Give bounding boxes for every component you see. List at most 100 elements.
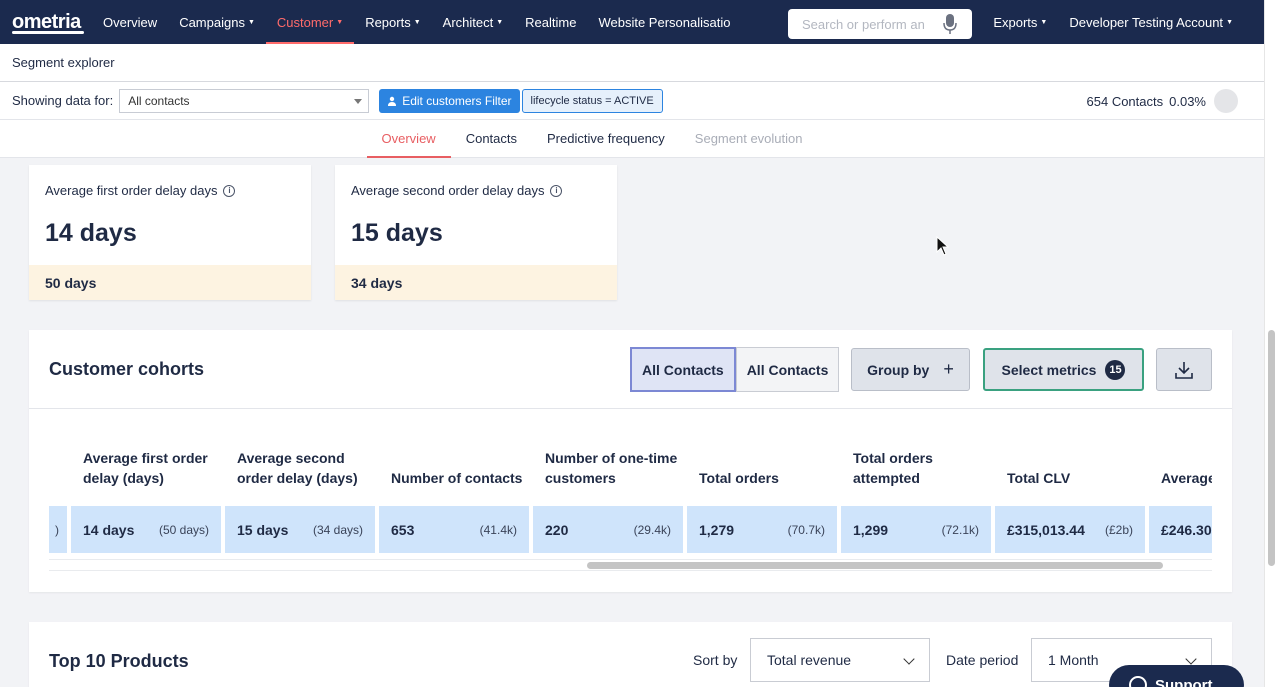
nav-item-realtime[interactable]: Realtime — [514, 0, 587, 44]
horizontal-scrollbar[interactable] — [49, 559, 1212, 571]
nav-item-label: Overview — [103, 14, 158, 30]
page-title: Segment explorer — [12, 55, 115, 70]
cohort-column-header[interactable]: Total orders attempted — [853, 448, 988, 488]
cohort-cell-sub: (41.4k) — [479, 522, 517, 537]
nav-item-label: Architect — [442, 14, 494, 30]
cohort-cell-sub: (72.1k) — [941, 522, 979, 537]
cohort-header-text: Total CLV — [1007, 470, 1071, 486]
contacts-select[interactable]: All contacts — [119, 88, 370, 113]
nav-account-label: Developer Testing Account — [1069, 14, 1224, 30]
cohorts-title: Customer cohorts — [49, 359, 205, 379]
info-icon[interactable]: i — [550, 184, 563, 197]
tab-overview[interactable]: Overview — [366, 120, 451, 158]
top-products-title: Top 10 Products — [49, 651, 189, 671]
cohort-cell-value: 653 — [391, 521, 415, 538]
ometria-logo[interactable]: ometria — [12, 0, 92, 44]
nav-item-architect[interactable]: Architect ▼ — [432, 0, 515, 44]
user-icon — [388, 96, 397, 106]
sub-header: Segment explorer — [0, 44, 1264, 82]
cohort-header-text: Number of contacts — [391, 470, 523, 486]
cohort-cell: 14 days (50 days) — [71, 506, 221, 553]
cohort-column-header[interactable]: Average value — [1161, 448, 1212, 488]
search-box[interactable] — [788, 9, 972, 39]
cohort-cell-value: £246.30 — [1161, 521, 1212, 538]
cohort-cell-sub: (£2b) — [1104, 522, 1133, 537]
cohort-cell: 1,279 (70.7k) — [687, 506, 837, 553]
mouse-cursor-icon — [936, 236, 950, 256]
showing-data-label: Showing data for: — [12, 93, 114, 108]
stat-card-footer: 50 days — [29, 265, 311, 300]
top-navigation: ometria Overview Campaigns ▼ Customer ▼ Repor… — [0, 0, 1264, 44]
segment-toggle: All Contacts All Contacts — [630, 347, 840, 392]
tab-overview-label: Overview — [381, 131, 436, 146]
cohort-header-text: Number of one-time customers — [545, 450, 678, 486]
horizontal-scrollbar-thumb[interactable] — [587, 562, 1163, 569]
search-input[interactable] — [802, 16, 937, 32]
tab-contacts[interactable]: Contacts — [451, 120, 532, 158]
cohort-cell: 1,299 (72.1k) — [841, 506, 991, 553]
stat-card-second-order-delay: Average second order delay days i 15 days… — [335, 165, 617, 300]
filter-tag[interactable]: lifecycle status = ACTIVE — [521, 88, 663, 113]
nav-account[interactable]: Developer Testing Account ▼ — [1058, 0, 1244, 44]
support-button[interactable]: Support — [1109, 665, 1244, 687]
nav-item-label: Reports — [365, 14, 411, 30]
cohort-cell: 15 days (34 days) — [225, 506, 375, 553]
nav-item-overview[interactable]: Overview — [92, 0, 168, 44]
edit-filter-button[interactable]: Edit customers Filter — [379, 88, 520, 113]
cohort-header-text: Total orders attempted — [853, 450, 933, 486]
nav-item-label: Campaigns — [179, 14, 245, 30]
stat-card-value: 14 days — [45, 219, 137, 247]
contacts-summary: 654 Contacts 0.03% — [1087, 82, 1238, 120]
caret-down-icon: ▼ — [247, 18, 255, 26]
plus-icon: + — [943, 359, 954, 379]
filter-bar: Showing data for: All contacts Edit cust… — [0, 82, 1264, 120]
tab-segment-evolution-label: Segment evolution — [694, 131, 803, 146]
cohort-column-header[interactable]: Total CLV — [1007, 448, 1142, 488]
cohort-header-text: Average first order delay (days) — [83, 450, 208, 486]
dropdown-arrow-icon — [354, 98, 363, 104]
right-nav: Exports ▼ Developer Testing Account ▼ — [982, 0, 1244, 44]
cohort-column-header[interactable]: Average first order delay (days) — [83, 448, 218, 488]
contacts-percent: 0.03% — [1169, 93, 1206, 109]
caret-down-icon: ▼ — [496, 18, 504, 26]
cohort-column-header[interactable]: Number of one-time customers — [545, 448, 680, 488]
sort-by-dropdown[interactable]: Total revenue — [750, 638, 930, 682]
download-button[interactable] — [1156, 348, 1212, 391]
caret-down-icon: ▼ — [336, 18, 344, 26]
cohort-header-text: Average value — [1161, 470, 1212, 486]
group-by-label: Group by — [867, 361, 930, 378]
stat-card-value: 15 days — [351, 219, 443, 247]
cohort-column-header[interactable]: Number of contacts — [391, 448, 526, 488]
caret-down-icon: ▼ — [1226, 18, 1233, 26]
tab-bar: Overview Contacts Predictive frequency S… — [0, 120, 1264, 158]
info-icon[interactable]: i — [223, 184, 236, 197]
chevron-down-icon — [903, 653, 915, 665]
segment-all-contacts-active[interactable]: All Contacts — [630, 347, 736, 392]
segment-label: All Contacts — [642, 361, 724, 378]
cohort-cell-sub: (70.7k) — [787, 522, 825, 537]
cohort-column-header[interactable]: Total orders — [699, 448, 834, 488]
nav-item-reports[interactable]: Reports ▼ — [354, 0, 431, 44]
nav-item-campaigns[interactable]: Campaigns ▼ — [168, 0, 266, 44]
cohort-cell-value: 15 days — [237, 521, 289, 538]
nav-item-label: Customer — [276, 14, 334, 30]
edit-filter-label: Edit customers Filter — [402, 93, 512, 108]
stat-card-label-text: Average second order delay days — [351, 183, 545, 198]
select-metrics-button[interactable]: Select metrics 15 — [983, 348, 1144, 391]
cohort-column-header[interactable]: Average second order delay (days) — [237, 448, 372, 488]
microphone-icon[interactable] — [943, 14, 957, 34]
segment-label: All Contacts — [746, 361, 829, 378]
nav-exports[interactable]: Exports ▼ — [982, 0, 1058, 44]
cohort-cell-value: 1,279 — [699, 521, 735, 538]
nav-item-customer[interactable]: Customer ▼ — [265, 0, 355, 44]
group-by-button[interactable]: Group by + — [851, 348, 970, 391]
tab-predictive-frequency[interactable]: Predictive frequency — [532, 120, 680, 158]
segment-all-contacts[interactable]: All Contacts — [735, 347, 840, 392]
vertical-scrollbar[interactable] — [1264, 0, 1277, 687]
cohort-table: ) Average first order delay (days) 14 day… — [49, 410, 1212, 560]
cohort-cell-sub: (50 days) — [158, 522, 209, 537]
tab-predictive-frequency-label: Predictive frequency — [547, 131, 665, 146]
support-label: Support — [1155, 676, 1213, 687]
nav-item-website-personalisatio[interactable]: Website Personalisatio — [587, 0, 741, 44]
vertical-scrollbar-thumb[interactable] — [1268, 330, 1275, 566]
